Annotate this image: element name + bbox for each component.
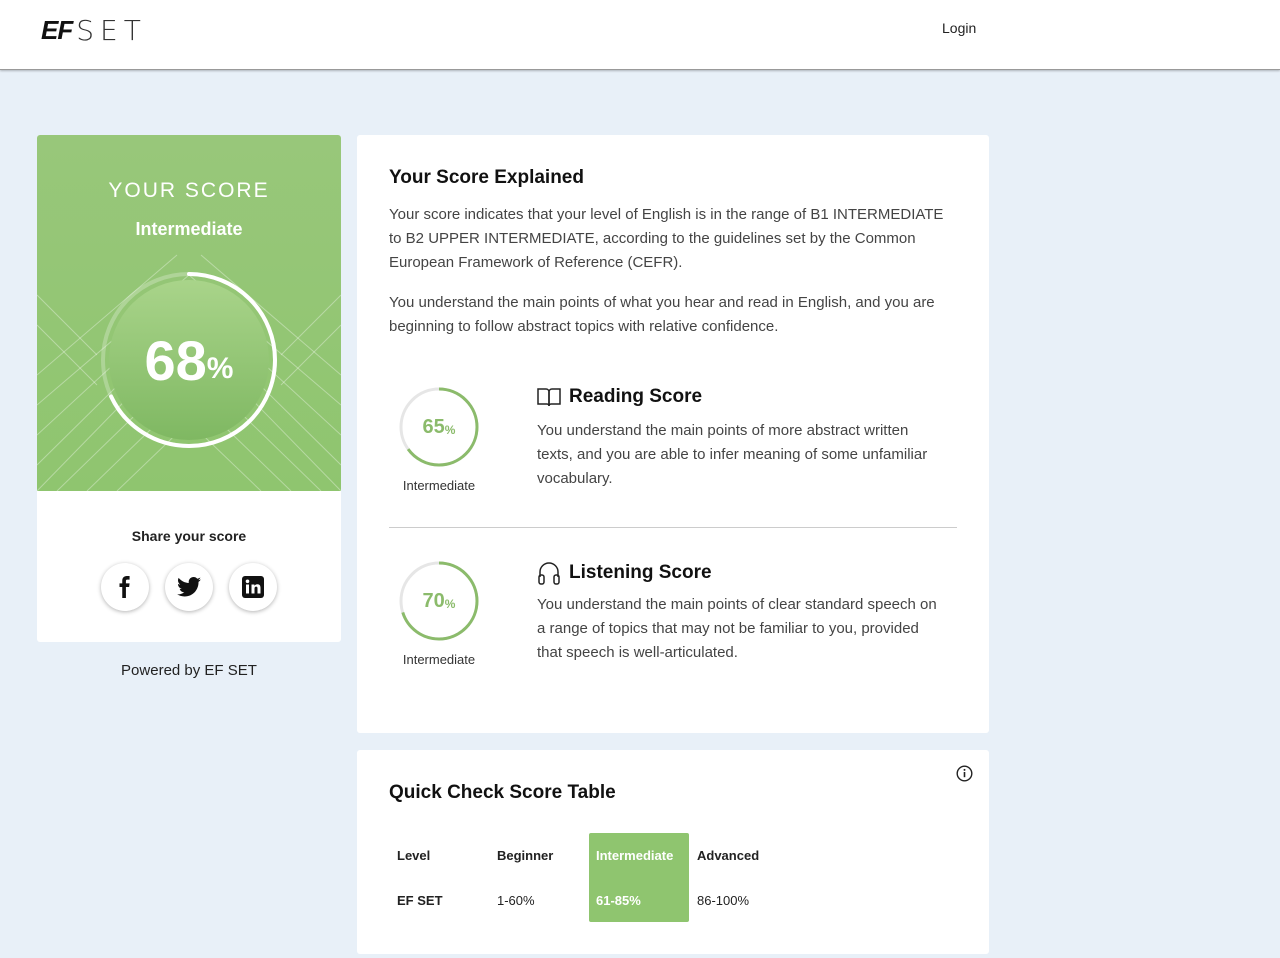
table-header-beginner: Beginner: [497, 848, 554, 863]
ef-set-logo[interactable]: EF SET: [41, 13, 147, 47]
listening-level-label: Intermediate: [402, 652, 476, 667]
ability-summary-line: beginning to follow abstract topics with…: [389, 318, 779, 335]
table-header-advanced: Advanced: [697, 848, 760, 863]
facebook-share-button[interactable]: [101, 563, 149, 611]
table-header-level: Level: [397, 848, 431, 863]
score-hero-panel: YOUR SCORE Intermediate 68 %: [37, 135, 341, 491]
reading-score-heading: Reading Score: [537, 386, 702, 408]
reading-score-sign: %: [444, 423, 456, 437]
listening-score-title: Listening Score: [569, 562, 712, 583]
listening-score-heading: Listening Score: [537, 560, 712, 586]
overall-score-percent: 68 %: [96, 267, 282, 453]
linkedin-icon: [242, 576, 264, 598]
table-cell-advanced: 86-100%: [697, 893, 750, 908]
login-link[interactable]: Login: [942, 20, 976, 36]
reading-score-title: Reading Score: [569, 386, 703, 407]
facebook-icon: [119, 576, 130, 598]
reading-description-line: texts, and you are able to infer meaning…: [537, 446, 928, 463]
ability-summary-line: You understand the main points of what y…: [389, 294, 935, 311]
listening-score-percent: 70 %: [399, 561, 479, 641]
linkedin-share-button[interactable]: [229, 563, 277, 611]
book-icon: [537, 388, 561, 407]
listening-description: You understand the main points of clear …: [537, 593, 937, 665]
listening-score-number: 70: [422, 589, 445, 612]
reading-description-line: You understand the main points of more a…: [537, 422, 909, 439]
quick-check-title: Quick Check Score Table: [389, 782, 616, 803]
cefr-explanation-line: to B2 UPPER INTERMEDIATE, according to t…: [389, 230, 916, 247]
score-card: YOUR SCORE Intermediate 68 % Share your …: [37, 135, 341, 642]
cefr-explanation: Your score indicates that your level of …: [389, 203, 943, 275]
cefr-explanation-line: European Framework of Reference (CEFR).: [389, 254, 683, 271]
twitter-icon: [177, 577, 201, 597]
info-icon[interactable]: [956, 765, 973, 782]
ability-summary: You understand the main points of what y…: [389, 291, 935, 339]
reading-description-line: vocabulary.: [537, 470, 613, 487]
listening-score-sign: %: [444, 597, 456, 611]
overall-score-sign: %: [206, 352, 234, 385]
top-navigation-bar: EF SET Login: [0, 0, 1280, 70]
powered-by-text: Powered by EF SET: [121, 662, 257, 679]
score-explained-title: Your Score Explained: [389, 167, 584, 188]
listening-description-line: a range of topics that may not be famili…: [537, 620, 919, 637]
reading-score-percent: 65 %: [399, 387, 479, 467]
score-explained-card: Your Score Explained Your score indicate…: [357, 135, 989, 733]
logo-set-text: SET: [76, 13, 147, 47]
table-cell-beginner: 1-60%: [497, 893, 535, 908]
quick-check-card: Quick Check Score Table Level Beginner I…: [357, 750, 989, 954]
table-header-intermediate: Intermediate: [596, 848, 674, 863]
your-score-heading: YOUR SCORE: [108, 179, 270, 202]
reading-level-label: Intermediate: [402, 478, 476, 493]
logo-ef-text: EF: [41, 14, 73, 45]
table-row-label: EF SET: [397, 893, 443, 908]
table-cell-intermediate: 61-85%: [596, 893, 641, 908]
share-score-title: Share your score: [131, 528, 247, 544]
twitter-share-button[interactable]: [165, 563, 213, 611]
listening-description-line: that speech is well-articulated.: [537, 644, 738, 661]
cefr-explanation-line: Your score indicates that your level of …: [389, 206, 944, 223]
overall-level-label: Intermediate: [135, 219, 243, 239]
section-divider: [389, 527, 957, 528]
overall-score-number: 68: [144, 328, 207, 392]
reading-score-number: 65: [422, 415, 445, 438]
reading-description: You understand the main points of more a…: [537, 419, 927, 491]
headphones-icon: [538, 562, 560, 585]
intermediate-highlight-column: [589, 833, 689, 922]
listening-description-line: You understand the main points of clear …: [537, 596, 937, 613]
